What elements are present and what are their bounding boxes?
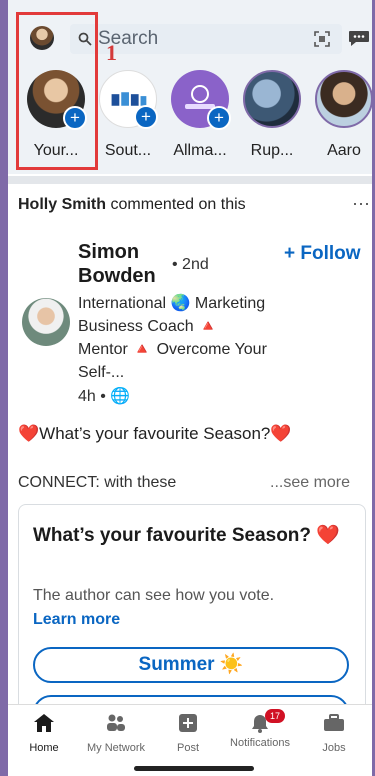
nav-label: Jobs [322, 742, 346, 754]
annotation-box [16, 12, 98, 170]
post-time: 4h • 🌐 [78, 388, 131, 405]
connection-degree: • 2nd [172, 256, 209, 273]
more-options-icon[interactable]: ⋯ [352, 194, 370, 215]
story-avatar: + [171, 70, 231, 130]
post-body-preview: CONNECT: with these [18, 474, 177, 491]
nav-label: My Network [86, 742, 146, 754]
poll-option-summer[interactable]: Summer ☀️ [33, 647, 349, 683]
story-avatar: + [99, 70, 158, 129]
poll-question: What’s your favourite Season? ❤️ [33, 525, 340, 546]
my-network-icon [107, 714, 125, 731]
briefcase-icon [324, 714, 344, 731]
story-avatar [243, 70, 301, 128]
nav-notifications[interactable]: 17 Notifications [224, 709, 296, 749]
section-divider [8, 176, 372, 184]
story-label: Aaro [327, 142, 361, 159]
post-text: ❤️What’s your favourite Season?❤️ [18, 424, 292, 443]
nav-jobs[interactable]: Jobs [298, 713, 370, 754]
story-label: Allma... [173, 142, 227, 159]
story-label: Sout... [104, 142, 152, 159]
home-icon [34, 714, 54, 732]
story-aaro[interactable]: Aaro [312, 70, 372, 160]
nav-my-network[interactable]: My Network [80, 713, 152, 754]
nav-label: Post [176, 742, 199, 754]
notifications-icon-wrap: 17 [249, 709, 285, 733]
author-headline: International 🌏 Marketing Business Coach… [78, 295, 267, 381]
poll-note: The author can see how you vote. [33, 587, 275, 604]
story-avatar [315, 70, 372, 128]
activity-line: Holly Smith commented on this [18, 196, 246, 214]
story-allma[interactable]: + Allma... [168, 70, 232, 160]
nav-post[interactable]: Post [152, 713, 224, 754]
home-indicator [134, 766, 254, 771]
nav-label: Notifications [230, 737, 290, 749]
activity-name[interactable]: Holly Smith [18, 196, 106, 213]
story-south[interactable]: + Sout... [96, 70, 160, 160]
notifications-badge: 17 [265, 709, 285, 723]
nav-label: Home [29, 742, 59, 754]
post-icon [179, 714, 197, 732]
story-label: Rup... [250, 142, 294, 159]
author-avatar[interactable] [22, 298, 70, 346]
add-icon[interactable]: + [134, 105, 158, 129]
follow-button[interactable]: + Follow [284, 243, 361, 265]
learn-more-link[interactable]: Learn more [33, 611, 120, 629]
qr-code-icon[interactable] [314, 31, 330, 47]
poll-card: What’s your favourite Season? ❤️ The aut… [18, 504, 366, 731]
messaging-icon[interactable] [348, 28, 370, 48]
nav-home[interactable]: Home [8, 713, 80, 754]
app-frame: Search + Your... + Sout... + Allma... Ru… [8, 0, 372, 776]
add-icon[interactable]: + [207, 106, 231, 130]
story-rup[interactable]: Rup... [240, 70, 304, 160]
annotation-number: 1 [106, 40, 117, 65]
see-more-link[interactable]: ...see more [270, 474, 350, 492]
activity-text: commented on this [110, 196, 246, 213]
